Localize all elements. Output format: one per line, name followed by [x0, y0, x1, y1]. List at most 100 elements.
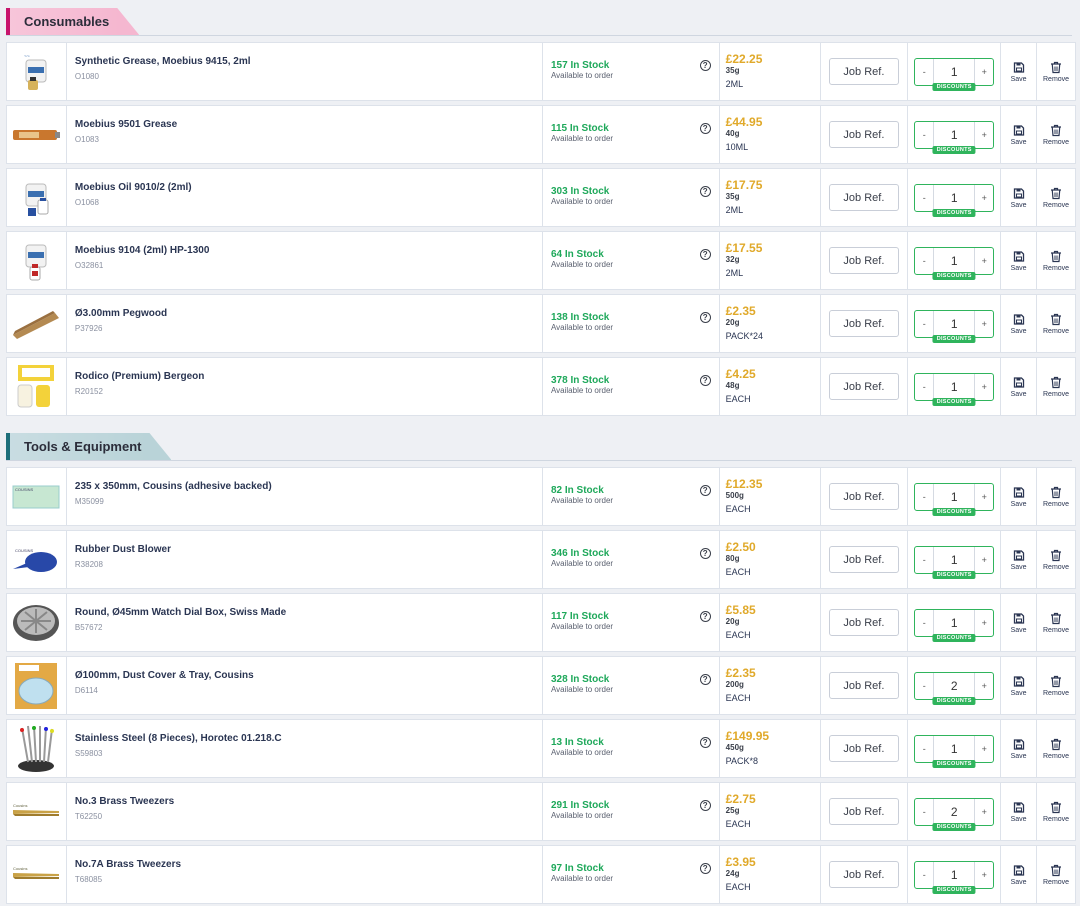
- decrement-button[interactable]: -: [915, 311, 933, 337]
- product-image[interactable]: [7, 232, 67, 289]
- info-icon[interactable]: ?: [699, 863, 711, 874]
- info-icon[interactable]: ?: [699, 60, 711, 71]
- decrement-button[interactable]: -: [915, 59, 933, 85]
- save-button[interactable]: Save: [1001, 169, 1038, 226]
- job-ref-input[interactable]: [828, 735, 899, 762]
- increment-button[interactable]: +: [975, 736, 993, 762]
- quantity-value[interactable]: 2: [933, 798, 976, 825]
- job-ref-input[interactable]: [828, 483, 899, 510]
- job-ref-input[interactable]: [828, 310, 899, 337]
- increment-button[interactable]: +: [975, 248, 993, 274]
- remove-button[interactable]: Remove: [1037, 783, 1075, 840]
- info-icon[interactable]: ?: [699, 674, 711, 685]
- product-image[interactable]: [7, 657, 67, 714]
- increment-button[interactable]: +: [975, 59, 993, 85]
- save-button[interactable]: Save: [1001, 720, 1038, 777]
- remove-button[interactable]: Remove: [1037, 531, 1075, 588]
- product-image[interactable]: [7, 720, 67, 777]
- job-ref-input[interactable]: [828, 861, 899, 888]
- decrement-button[interactable]: -: [915, 673, 933, 699]
- job-ref-input[interactable]: [828, 184, 899, 211]
- product-name[interactable]: Moebius 9501 Grease: [75, 119, 534, 131]
- info-icon[interactable]: ?: [699, 186, 711, 197]
- save-button[interactable]: Save: [1001, 783, 1038, 840]
- discounts-badge[interactable]: DISCOUNTS: [932, 82, 976, 91]
- remove-button[interactable]: Remove: [1037, 468, 1075, 525]
- quantity-value[interactable]: 1: [933, 121, 976, 148]
- discounts-badge[interactable]: DISCOUNTS: [932, 507, 976, 516]
- product-name[interactable]: Synthetic Grease, Moebius 9415, 2ml: [75, 56, 534, 68]
- job-ref-input[interactable]: [828, 373, 899, 400]
- quantity-value[interactable]: 1: [933, 609, 976, 636]
- info-icon[interactable]: ?: [699, 737, 711, 748]
- product-image[interactable]: [7, 106, 67, 163]
- product-name[interactable]: No.7A Brass Tweezers: [75, 859, 534, 871]
- product-image[interactable]: Cousins: [7, 783, 67, 840]
- product-name[interactable]: Rodico (Premium) Bergeon: [75, 371, 534, 383]
- increment-button[interactable]: +: [975, 547, 993, 573]
- product-image[interactable]: COUSINS: [7, 468, 67, 525]
- product-name[interactable]: Rubber Dust Blower: [75, 544, 534, 556]
- decrement-button[interactable]: -: [915, 122, 933, 148]
- increment-button[interactable]: +: [975, 374, 993, 400]
- remove-button[interactable]: Remove: [1037, 657, 1075, 714]
- job-ref-input[interactable]: [828, 247, 899, 274]
- discounts-badge[interactable]: DISCOUNTS: [932, 822, 976, 831]
- decrement-button[interactable]: -: [915, 610, 933, 636]
- quantity-value[interactable]: 1: [933, 184, 976, 211]
- product-name[interactable]: Stainless Steel (8 Pieces), Horotec 01.2…: [75, 733, 534, 745]
- save-button[interactable]: Save: [1001, 657, 1038, 714]
- discounts-badge[interactable]: DISCOUNTS: [932, 334, 976, 343]
- product-image[interactable]: Cousins: [7, 846, 67, 903]
- info-icon[interactable]: ?: [699, 123, 711, 134]
- increment-button[interactable]: +: [975, 185, 993, 211]
- decrement-button[interactable]: -: [915, 547, 933, 573]
- discounts-badge[interactable]: DISCOUNTS: [932, 397, 976, 406]
- increment-button[interactable]: +: [975, 862, 993, 888]
- job-ref-input[interactable]: [828, 546, 899, 573]
- product-name[interactable]: 235 x 350mm, Cousins (adhesive backed): [75, 481, 534, 493]
- product-name[interactable]: Round, Ø45mm Watch Dial Box, Swiss Made: [75, 607, 534, 619]
- save-button[interactable]: Save: [1001, 232, 1038, 289]
- increment-button[interactable]: +: [975, 311, 993, 337]
- save-button[interactable]: Save: [1001, 295, 1038, 352]
- remove-button[interactable]: Remove: [1037, 106, 1075, 163]
- quantity-value[interactable]: 1: [933, 310, 976, 337]
- quantity-value[interactable]: 1: [933, 735, 976, 762]
- job-ref-input[interactable]: [828, 798, 899, 825]
- save-button[interactable]: Save: [1001, 594, 1038, 651]
- remove-button[interactable]: Remove: [1037, 295, 1075, 352]
- product-name[interactable]: Moebius Oil 9010/2 (2ml): [75, 182, 534, 194]
- product-image[interactable]: ~~: [7, 43, 67, 100]
- save-button[interactable]: Save: [1001, 358, 1038, 415]
- save-button[interactable]: Save: [1001, 531, 1038, 588]
- info-icon[interactable]: ?: [699, 485, 711, 496]
- discounts-badge[interactable]: DISCOUNTS: [932, 759, 976, 768]
- job-ref-input[interactable]: [828, 121, 899, 148]
- discounts-badge[interactable]: DISCOUNTS: [932, 208, 976, 217]
- save-button[interactable]: Save: [1001, 468, 1038, 525]
- decrement-button[interactable]: -: [915, 374, 933, 400]
- discounts-badge[interactable]: DISCOUNTS: [932, 145, 976, 154]
- remove-button[interactable]: Remove: [1037, 43, 1075, 100]
- save-button[interactable]: Save: [1001, 43, 1038, 100]
- decrement-button[interactable]: -: [915, 799, 933, 825]
- product-image[interactable]: COUSINS: [7, 531, 67, 588]
- info-icon[interactable]: ?: [699, 611, 711, 622]
- product-name[interactable]: No.3 Brass Tweezers: [75, 796, 534, 808]
- product-name[interactable]: Moebius 9104 (2ml) HP-1300: [75, 245, 534, 257]
- info-icon[interactable]: ?: [699, 249, 711, 260]
- increment-button[interactable]: +: [975, 122, 993, 148]
- discounts-badge[interactable]: DISCOUNTS: [932, 271, 976, 280]
- increment-button[interactable]: +: [975, 484, 993, 510]
- info-icon[interactable]: ?: [699, 800, 711, 811]
- product-image[interactable]: [7, 295, 67, 352]
- discounts-badge[interactable]: DISCOUNTS: [932, 885, 976, 894]
- product-name[interactable]: Ø3.00mm Pegwood: [75, 308, 534, 320]
- job-ref-input[interactable]: [828, 672, 899, 699]
- quantity-value[interactable]: 1: [933, 483, 976, 510]
- info-icon[interactable]: ?: [699, 312, 711, 323]
- info-icon[interactable]: ?: [699, 375, 711, 386]
- decrement-button[interactable]: -: [915, 185, 933, 211]
- product-image[interactable]: [7, 594, 67, 651]
